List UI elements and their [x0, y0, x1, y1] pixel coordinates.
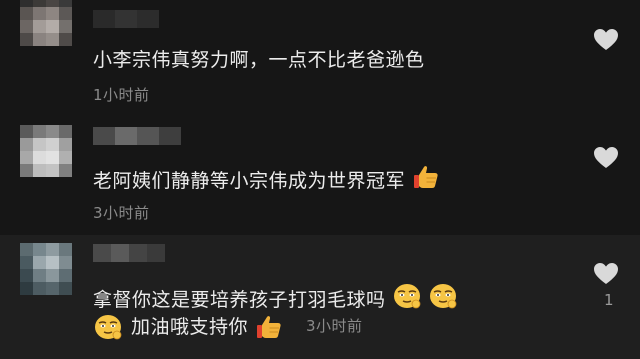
comment-text: 拿督你这是要培养孩子打羽毛球吗 [93, 282, 458, 312]
heart-icon[interactable] [593, 146, 619, 170]
comment-text-body: 拿督你这是要培养孩子打羽毛球吗 [93, 289, 386, 311]
comment-text-body: 老阿姨们静静等小宗伟成为世界冠军 [93, 170, 406, 192]
avatar[interactable] [20, 125, 72, 177]
avatar[interactable] [20, 0, 72, 46]
comment-time: 3小时前 [93, 204, 150, 222]
comment-time: 3小时前 [306, 316, 363, 335]
heart-icon[interactable] [593, 28, 619, 52]
thumbs-up-icon [411, 163, 441, 188]
comment-text-line2: 加油哦支持你 3小时前 [93, 312, 363, 340]
comment-text: 老阿姨们静静等小宗伟成为世界冠军 [93, 163, 441, 193]
thumbs-up-icon [254, 313, 284, 338]
avatar[interactable] [20, 243, 72, 295]
like-count: 1 [604, 291, 614, 309]
grinning-face-icon [392, 282, 422, 309]
comment-time: 1小时前 [93, 86, 150, 104]
comment-text: 小李宗伟真努力啊，一点不比老爸逊色 [93, 49, 425, 71]
heart-icon[interactable] [593, 262, 619, 286]
grinning-face-icon [93, 313, 123, 340]
grinning-face-icon [428, 282, 458, 309]
comment-item[interactable]: 小李宗伟真努力啊，一点不比老爸逊色 1小时前 [0, 0, 640, 117]
comment-text-line2-body: 加油哦支持你 [131, 315, 249, 338]
comment-item[interactable]: 老阿姨们静静等小宗伟成为世界冠军 3小时前 [0, 117, 640, 235]
